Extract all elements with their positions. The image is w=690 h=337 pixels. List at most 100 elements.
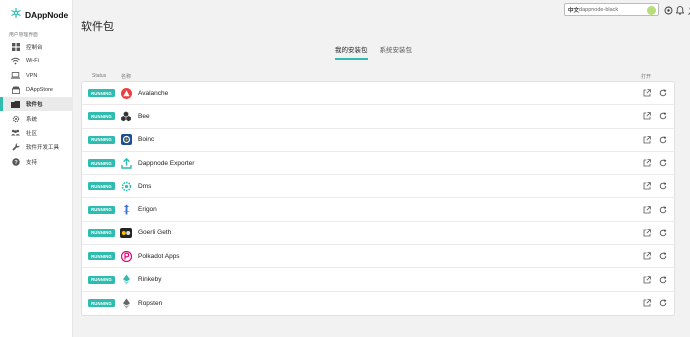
avalanche-icon: [120, 87, 132, 99]
status-badge: RUNNING: [88, 299, 115, 308]
package-tabs: 我的安装包 系统安装包: [335, 44, 412, 60]
sidebar-item-label: 支持: [26, 159, 38, 166]
sidebar-item-wifi[interactable]: Wi-Fi: [0, 54, 73, 68]
restart-icon[interactable]: [659, 299, 667, 307]
restart-icon[interactable]: [659, 275, 667, 284]
sidebar-nav: 控制台 Wi-Fi VPN DAppStore 软件包 系统 社区 软件开发工具…: [0, 40, 73, 169]
brand-name: DAppNode: [25, 10, 69, 20]
sidebar-item-dappstore[interactable]: DAppStore: [0, 83, 73, 97]
boinc-icon: [120, 134, 132, 146]
package-name[interactable]: Avalanche: [138, 90, 168, 97]
package-name[interactable]: Boinc: [138, 136, 154, 143]
bee-icon: [120, 110, 132, 122]
status-badge: RUNNING: [88, 159, 115, 168]
restart-icon[interactable]: [659, 205, 667, 214]
restart-icon[interactable]: [659, 229, 667, 237]
dappnode-status-icon[interactable]: [663, 5, 673, 15]
bell-icon[interactable]: [675, 5, 685, 15]
restart-icon[interactable]: [659, 112, 667, 120]
erigon-icon: [120, 204, 132, 216]
dappnode-selector[interactable]: 中文 dappnode-black: [564, 3, 659, 16]
laptop-icon: [11, 71, 20, 80]
sidebar-item-packages[interactable]: 软件包: [0, 97, 73, 112]
wrench-icon: [11, 143, 20, 152]
status-badge: RUNNING: [88, 275, 115, 284]
sidebar-item-label: 系统: [26, 116, 38, 123]
ropsten-icon: [120, 297, 132, 309]
open-link-icon[interactable]: [643, 275, 651, 284]
restart-icon[interactable]: [659, 89, 667, 97]
package-row[interactable]: RUNNING Dms: [82, 175, 676, 199]
package-row[interactable]: RUNNING Avalanche: [82, 82, 676, 106]
status-badge: RUNNING: [88, 135, 115, 144]
restart-icon[interactable]: [659, 182, 667, 190]
help-icon: ?: [11, 157, 20, 166]
status-dot-icon: [647, 6, 656, 15]
open-link-icon[interactable]: [643, 229, 651, 237]
sidebar-item-label: Wi-Fi: [26, 58, 39, 65]
open-link-icon[interactable]: [643, 89, 651, 97]
brand[interactable]: DAppNode: [10, 6, 68, 24]
package-name[interactable]: Dms: [138, 183, 151, 190]
store-icon: [11, 86, 20, 95]
goerli-geth-icon: [120, 227, 132, 239]
sidebar-item-vpn[interactable]: VPN: [0, 69, 73, 83]
open-link-icon[interactable]: [643, 135, 651, 144]
package-row[interactable]: RUNNING Goerli Geth: [82, 222, 676, 246]
sidebar-item-community[interactable]: 社区: [0, 126, 73, 140]
polkadot-icon: [120, 250, 132, 262]
sidebar: DAppNode 用户管理界面 控制台 Wi-Fi VPN DAppStore: [0, 0, 73, 337]
sidebar-item-support[interactable]: ? 支持: [0, 154, 73, 168]
package-list: RUNNING Avalanche RUNNING Bee RUNNING Bo…: [81, 81, 676, 316]
package-row[interactable]: RUNNING Dappnode Exporter: [82, 152, 676, 176]
restart-icon[interactable]: [659, 159, 667, 167]
tab-system-packages[interactable]: 系统安装包: [380, 44, 413, 60]
package-row[interactable]: RUNNING Polkadot Apps: [82, 245, 676, 269]
package-name[interactable]: Goerli Geth: [138, 229, 171, 236]
package-row[interactable]: RUNNING Erigon: [82, 199, 676, 222]
open-link-icon[interactable]: [643, 159, 651, 167]
open-link-icon[interactable]: [643, 299, 651, 307]
package-row[interactable]: RUNNING Boinc: [82, 129, 676, 152]
package-name[interactable]: Rinkeby: [138, 276, 161, 283]
package-name[interactable]: Ropsten: [138, 300, 162, 307]
open-link-icon[interactable]: [643, 252, 651, 260]
sidebar-section-label: 用户管理界面: [9, 33, 38, 38]
wifi-icon: [11, 57, 20, 66]
sidebar-item-label: VPN: [26, 72, 38, 79]
package-row[interactable]: RUNNING Ropsten: [82, 292, 676, 315]
export-arrow-icon: [120, 157, 132, 169]
package-name[interactable]: Polkadot Apps: [138, 253, 180, 260]
tab-my-packages[interactable]: 我的安装包: [335, 44, 368, 60]
dropdown-value: dappnode-black: [579, 6, 619, 13]
sidebar-item-sdk[interactable]: 软件开发工具: [0, 140, 73, 154]
restart-icon[interactable]: [659, 136, 667, 144]
sidebar-item-system[interactable]: 系统: [0, 111, 73, 125]
status-badge: RUNNING: [88, 112, 115, 121]
package-name[interactable]: Dappnode Exporter: [138, 160, 194, 167]
sidebar-item-label: 社区: [26, 130, 38, 137]
status-badge: RUNNING: [88, 205, 115, 214]
folder-icon: [11, 100, 20, 109]
people-icon: [11, 128, 20, 137]
restart-icon[interactable]: [659, 252, 667, 260]
package-row[interactable]: RUNNING Rinkeby: [82, 268, 676, 292]
package-row[interactable]: RUNNING Bee: [82, 105, 676, 129]
column-header-open: 打开: [641, 74, 652, 80]
package-name[interactable]: Bee: [138, 113, 150, 120]
open-link-icon[interactable]: [643, 182, 651, 190]
sidebar-item-dashboard[interactable]: 控制台: [0, 40, 73, 54]
topbar: 中文 dappnode-black: [560, 3, 690, 17]
page-title: 软件包: [81, 21, 114, 33]
dms-icon: [120, 180, 132, 192]
open-link-icon[interactable]: [643, 205, 651, 214]
column-header-name: 名称: [121, 74, 132, 80]
gear-icon: [11, 114, 20, 123]
dashboard-icon: [11, 43, 20, 52]
status-badge: RUNNING: [88, 89, 115, 98]
open-link-icon[interactable]: [643, 112, 651, 120]
column-header-status: Status: [92, 73, 107, 79]
package-name[interactable]: Erigon: [138, 206, 157, 213]
dappnode-logo-icon: [10, 6, 22, 24]
status-badge: RUNNING: [88, 228, 115, 237]
